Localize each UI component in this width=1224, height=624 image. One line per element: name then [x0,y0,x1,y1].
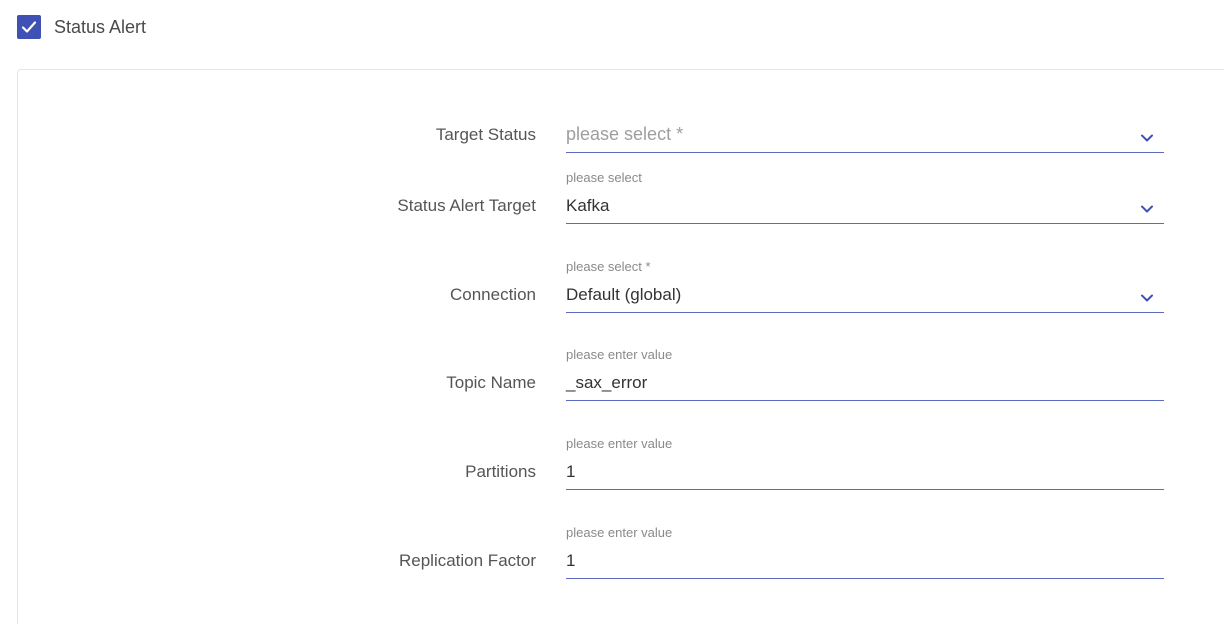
partitions-hint: please enter value [566,436,673,451]
replication-factor-label: Replication Factor [398,551,536,570]
replication-factor-hint: please enter value [566,525,673,540]
status-alert-target-row: Status Alert Target please select Kafka [18,164,1224,224]
target-status-row: Target Status please select * [18,93,1224,153]
topic-name-row: Topic Name please enter value _sax_error [18,341,1224,401]
partitions-input[interactable]: please enter value 1 [566,430,1164,490]
status-alert-label: Status Alert [54,16,147,37]
connection-hint: please select * [566,259,651,274]
status-alert-target-value: Kafka [566,196,610,215]
status-alert-target-label: Status Alert Target [397,196,536,215]
topic-name-label: Topic Name [446,373,536,392]
status-alert-checkbox[interactable] [17,15,41,39]
topic-name-input[interactable]: please enter value _sax_error [566,341,1164,401]
status-alert-panel: Target Status please select * Status Ale… [17,69,1224,624]
replication-factor-row: Replication Factor please enter value 1 [18,519,1224,579]
topic-name-value: _sax_error [566,373,648,392]
topic-name-hint: please enter value [566,347,673,362]
status-alert-toggle[interactable]: Status Alert [17,15,146,39]
connection-label: Connection [449,285,536,304]
chevron-down-icon [1141,205,1153,213]
chevron-down-icon [1141,294,1153,302]
connection-value: Default (global) [566,285,682,304]
page: Status Alert Target Status please select… [0,0,1224,624]
connection-row: Connection please select * Default (glob… [18,253,1224,313]
partitions-value: 1 [566,462,576,481]
partitions-label: Partitions [465,462,536,481]
replication-factor-value: 1 [566,551,576,570]
target-status-select[interactable]: please select * [566,93,1164,153]
status-alert-target-hint: please select [566,170,642,185]
partitions-row: Partitions please enter value 1 [18,430,1224,490]
target-status-placeholder: please select * [566,124,684,144]
replication-factor-input[interactable]: please enter value 1 [566,519,1164,579]
check-icon [21,21,37,33]
target-status-label: Target Status [435,125,536,144]
chevron-down-icon [1141,134,1153,142]
status-alert-target-select[interactable]: please select Kafka [566,164,1164,224]
connection-select[interactable]: please select * Default (global) [566,253,1164,313]
